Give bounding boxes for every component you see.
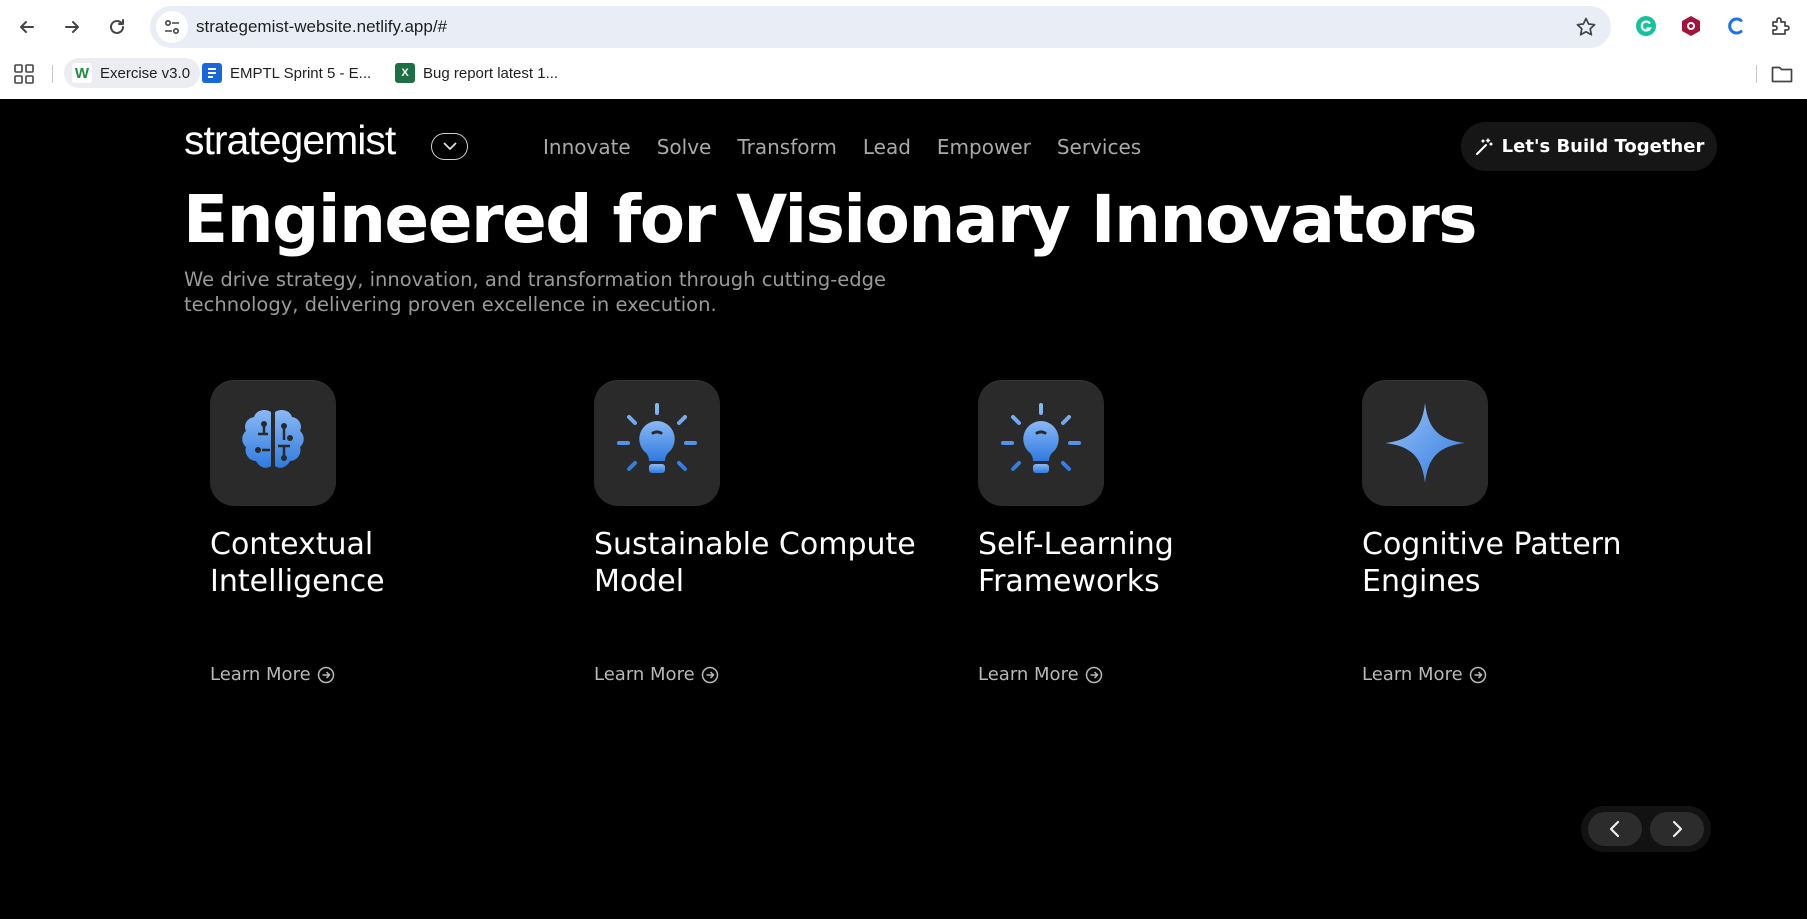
bookmark-label: Bug report latest 1... — [423, 64, 559, 82]
hero-title: Engineered for Visionary Innovators — [183, 181, 1478, 258]
site-logo[interactable]: strategemist — [184, 117, 396, 164]
feature-icon-tile — [210, 380, 336, 506]
bookmark-emptl-sprint[interactable]: EMPTL Sprint 5 - E... — [194, 58, 381, 88]
folder-icon[interactable] — [1771, 64, 1793, 84]
magic-wand-icon — [1475, 137, 1493, 155]
arrow-right-circle-icon — [1469, 666, 1486, 683]
carousel-next-button[interactable] — [1650, 812, 1704, 846]
address-bar[interactable]: strategemist-website.netlify.app/# — [150, 6, 1611, 48]
learn-more-link[interactable]: Learn More — [978, 664, 1103, 685]
chevron-left-icon — [1609, 820, 1620, 838]
grammarly-extension-icon[interactable] — [1634, 14, 1658, 38]
bookmarks-bar: W Exercise v3.0 EMPTL Sprint 5 - E... X … — [0, 56, 1807, 90]
bookmark-label: Exercise v3.0 — [100, 64, 191, 82]
bookmark-label: EMPTL Sprint 5 - E... — [230, 64, 372, 82]
hero-subtitle: We drive strategy, innovation, and trans… — [184, 268, 887, 316]
bookmark-star-icon[interactable] — [1575, 16, 1597, 38]
back-button[interactable] — [10, 10, 44, 44]
lightbulb-icon — [617, 403, 697, 473]
bookmark-bug-report[interactable]: X Bug report latest 1... — [387, 58, 568, 88]
learn-more-label: Learn More — [1362, 664, 1463, 685]
feature-icon-tile — [978, 380, 1104, 506]
learn-more-link[interactable]: Learn More — [210, 664, 335, 685]
feature-card: Self-Learning Frameworks Learn More — [978, 380, 1308, 685]
learn-more-label: Learn More — [978, 664, 1079, 685]
feature-card: Contextual Intelligence Learn More — [210, 380, 540, 685]
w-icon: W — [72, 63, 92, 83]
feature-title: Cognitive Pattern Engines — [1362, 527, 1622, 599]
lets-build-together-button[interactable]: Let's Build Together — [1461, 122, 1717, 171]
carousel-controls — [1581, 806, 1711, 852]
feature-title: Sustainable Compute Model — [594, 527, 916, 599]
nav-services[interactable]: Services — [1057, 135, 1141, 159]
feature-card: Sustainable Compute Model Learn More — [594, 380, 924, 685]
nav-innovate[interactable]: Innovate — [543, 135, 631, 159]
reload-button[interactable] — [100, 10, 134, 44]
feature-title: Self-Learning Frameworks — [978, 527, 1174, 599]
feature-icon-tile — [1362, 380, 1488, 506]
feature-title: Contextual Intelligence — [210, 527, 385, 599]
c-extension-icon[interactable] — [1724, 14, 1748, 38]
chevron-right-icon — [1672, 820, 1683, 838]
nav-lead[interactable]: Lead — [863, 135, 911, 159]
nav-transform[interactable]: Transform — [737, 135, 836, 159]
apps-grid-icon[interactable] — [14, 64, 34, 84]
main-nav: Innovate Solve Transform Lead Empower Se… — [543, 135, 1167, 159]
bookmarks-divider — [1756, 65, 1757, 83]
forward-button[interactable] — [55, 10, 89, 44]
jira-icon — [202, 63, 222, 83]
arrow-right-circle-icon — [701, 666, 718, 683]
shield-extension-icon[interactable] — [1679, 14, 1703, 38]
learn-more-link[interactable]: Learn More — [1362, 664, 1487, 685]
carousel-prev-button[interactable] — [1588, 812, 1642, 846]
bookmark-exercise[interactable]: W Exercise v3.0 — [64, 58, 201, 88]
chevron-down-icon — [443, 142, 456, 151]
nav-solve[interactable]: Solve — [657, 135, 712, 159]
arrow-right-circle-icon — [1085, 666, 1102, 683]
url-text[interactable]: strategemist-website.netlify.app/# — [196, 6, 447, 48]
cta-label: Let's Build Together — [1501, 136, 1705, 157]
page-content: strategemist Innovate Solve Transform Le… — [0, 99, 1807, 919]
bookmarks-divider — [52, 65, 53, 83]
brain-circuit-icon — [242, 409, 304, 468]
feature-icon-tile — [594, 380, 720, 506]
excel-icon: X — [395, 63, 415, 83]
site-info-icon[interactable] — [156, 11, 188, 43]
feature-card: Cognitive Pattern Engines Learn More — [1362, 380, 1692, 685]
forward-arrow-icon — [65, 21, 79, 33]
sparkle-icon — [1385, 403, 1465, 483]
lightbulb-icon — [1001, 403, 1081, 473]
extensions-puzzle-icon[interactable] — [1768, 14, 1792, 38]
reload-icon — [110, 19, 124, 34]
logo-dropdown-toggle[interactable] — [431, 133, 468, 160]
learn-more-label: Learn More — [594, 664, 695, 685]
browser-chrome: strategemist-website.netlify.app/# W Exe… — [0, 0, 1807, 99]
learn-more-link[interactable]: Learn More — [594, 664, 719, 685]
arrow-right-circle-icon — [317, 666, 334, 683]
back-arrow-icon — [20, 21, 34, 33]
learn-more-label: Learn More — [210, 664, 311, 685]
nav-empower[interactable]: Empower — [937, 135, 1031, 159]
